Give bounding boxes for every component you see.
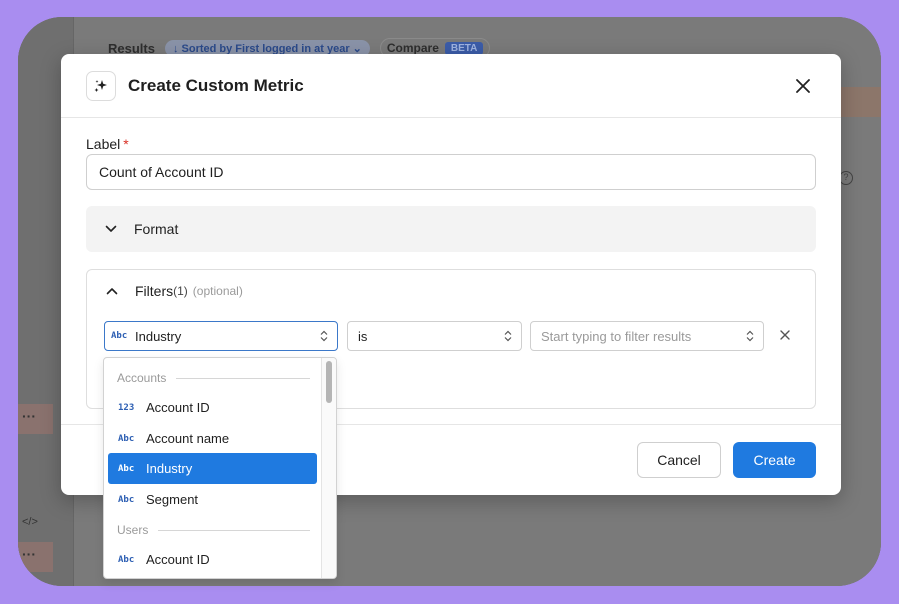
option-label: Account name bbox=[146, 431, 230, 446]
filter-field-value: Industry bbox=[135, 328, 182, 344]
option-label: Account ID bbox=[146, 400, 210, 415]
more-icon-2: ··· bbox=[22, 546, 36, 562]
sparkles-icon bbox=[86, 71, 116, 101]
filter-operator-value: is bbox=[358, 328, 368, 344]
filters-section-title: Filters bbox=[135, 283, 174, 299]
text-type-icon: Abc bbox=[118, 554, 135, 565]
label-text: Label bbox=[86, 136, 121, 152]
cancel-button[interactable]: Cancel bbox=[637, 442, 721, 478]
format-section-title: Format bbox=[134, 221, 179, 237]
dropdown-option[interactable]: Abc Account name bbox=[108, 423, 317, 454]
background-row-highlight-2: ··· bbox=[18, 542, 53, 572]
more-icon: ··· bbox=[22, 408, 36, 424]
dropdown-group-users: Users bbox=[117, 523, 310, 537]
remove-filter-icon[interactable] bbox=[777, 327, 793, 343]
dropdown-option[interactable]: Abc Segment bbox=[108, 484, 317, 515]
format-section-toggle[interactable]: Format bbox=[86, 206, 816, 252]
required-mark: * bbox=[123, 136, 129, 152]
label-field-label: Label * bbox=[86, 136, 129, 152]
close-icon[interactable] bbox=[793, 76, 813, 96]
select-arrows-icon bbox=[745, 330, 755, 342]
dropdown-group-accounts: Accounts bbox=[117, 371, 310, 385]
dropdown-scrollbar-thumb[interactable] bbox=[326, 361, 332, 403]
filter-field-select[interactable]: Abc Industry bbox=[104, 321, 338, 351]
text-type-icon: Abc bbox=[118, 433, 135, 444]
number-type-icon: 123 bbox=[118, 402, 135, 413]
help-icon: ? bbox=[839, 171, 853, 185]
filter-value-placeholder: Start typing to filter results bbox=[541, 328, 692, 344]
dropdown-option[interactable]: Abc Account ID bbox=[108, 544, 317, 575]
code-icon: </> bbox=[22, 516, 38, 528]
optional-hint: (optional) bbox=[192, 284, 243, 298]
field-dropdown-menu: Accounts 123 Account ID Abc Account name… bbox=[103, 357, 337, 579]
modal-title: Create Custom Metric bbox=[128, 76, 304, 95]
text-type-icon: Abc bbox=[118, 463, 135, 474]
option-label: Industry bbox=[146, 461, 193, 476]
beta-badge: BETA bbox=[444, 41, 484, 55]
select-arrows-icon bbox=[319, 330, 329, 342]
modal-header: Create Custom Metric bbox=[61, 54, 841, 118]
create-button[interactable]: Create bbox=[733, 442, 816, 478]
group-label: Accounts bbox=[117, 371, 167, 385]
group-divider bbox=[158, 529, 310, 531]
option-label: Segment bbox=[146, 492, 199, 507]
group-divider bbox=[176, 377, 310, 379]
background-row-highlight: ··· bbox=[18, 404, 53, 434]
option-label: Account ID bbox=[146, 552, 210, 567]
label-input[interactable] bbox=[86, 154, 816, 190]
dropdown-option[interactable]: 123 Account ID bbox=[108, 392, 317, 423]
text-type-icon: Abc bbox=[118, 494, 135, 505]
select-arrows-icon bbox=[503, 330, 513, 342]
group-label: Users bbox=[117, 523, 149, 537]
chevron-up-icon bbox=[105, 284, 119, 298]
filter-operator-select[interactable]: is bbox=[347, 321, 522, 351]
text-type-icon: Abc bbox=[111, 331, 128, 341]
filters-count: (1) bbox=[173, 284, 188, 298]
compare-label: Compare bbox=[386, 41, 439, 55]
dropdown-option-selected[interactable]: Abc Industry bbox=[108, 453, 317, 484]
chevron-down-icon bbox=[104, 222, 118, 236]
filter-value-select[interactable]: Start typing to filter results bbox=[530, 321, 764, 351]
filters-section-toggle[interactable]: Filters (1) (optional) bbox=[87, 283, 243, 299]
